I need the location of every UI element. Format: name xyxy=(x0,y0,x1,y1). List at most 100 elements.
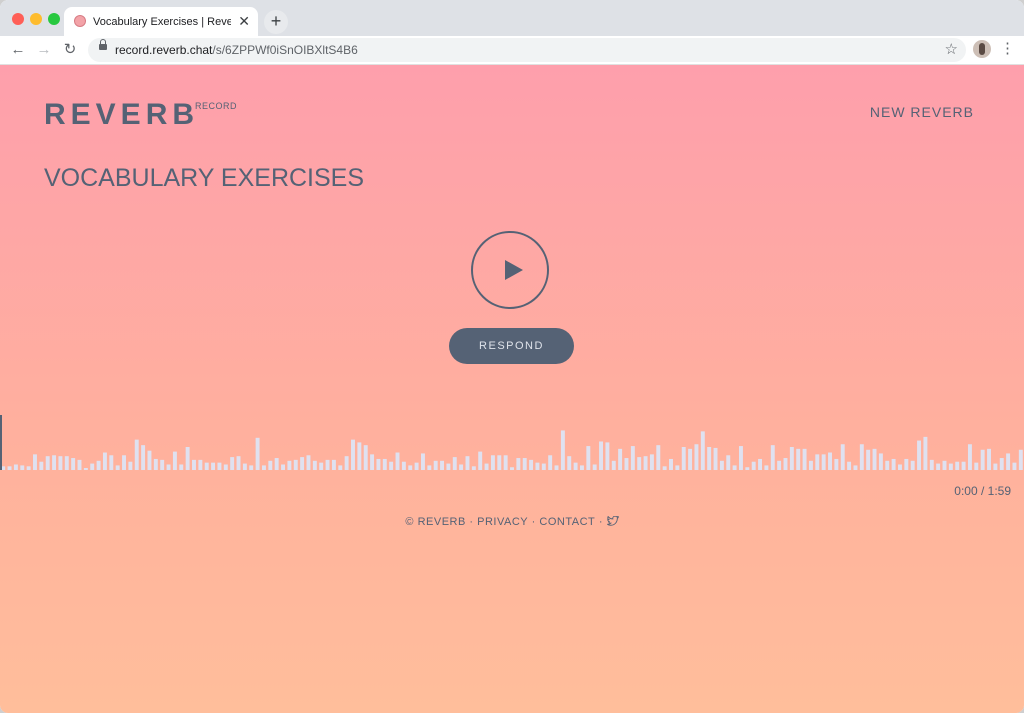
waveform-bar xyxy=(815,454,820,470)
waveform-bar xyxy=(522,458,527,470)
waveform-bar xyxy=(974,462,979,470)
waveform-bar xyxy=(77,459,82,470)
waveform-bar xyxy=(274,458,279,470)
waveform-bar xyxy=(599,441,604,470)
waveform-bar xyxy=(64,456,69,470)
minimize-window-button[interactable] xyxy=(30,13,42,25)
waveform-bar xyxy=(834,458,839,470)
waveform-bar xyxy=(160,459,165,470)
waveform-bar xyxy=(948,463,953,470)
waveform-bar xyxy=(554,465,559,470)
playback-time: 0:00 / 1:59 xyxy=(954,484,1011,498)
waveform-bar xyxy=(147,450,152,470)
waveform-bar xyxy=(1006,453,1011,470)
waveform-bar xyxy=(548,455,553,470)
forward-arrow-icon[interactable]: → xyxy=(34,40,54,60)
play-button[interactable] xyxy=(471,231,549,309)
waveform-bar xyxy=(427,465,432,470)
waveform-bar xyxy=(535,462,540,470)
maximize-window-button[interactable] xyxy=(48,13,60,25)
waveform-bar xyxy=(700,431,705,470)
waveform-bar xyxy=(802,448,807,470)
waveform-bar xyxy=(204,462,209,470)
waveform-bar xyxy=(878,453,883,470)
waveform-bar xyxy=(567,456,572,470)
waveform-bar xyxy=(128,461,133,470)
logo-subtitle: RECORD xyxy=(195,101,238,111)
page-content: REVERB RECORD NEW REVERB VOCABULARY EXER… xyxy=(0,65,1024,713)
waveform-bar xyxy=(707,447,712,470)
waveform-bar xyxy=(649,454,654,470)
waveform-bar xyxy=(331,459,336,470)
waveform-bar xyxy=(955,461,960,470)
waveform-bar xyxy=(236,456,241,470)
waveform-bar xyxy=(363,445,368,470)
waveform-bar xyxy=(281,464,285,470)
new-tab-button[interactable]: + xyxy=(264,10,288,34)
waveform-bar xyxy=(726,455,731,470)
respond-button[interactable]: RESPOND xyxy=(449,328,574,364)
waveform-bar xyxy=(510,467,514,470)
waveform-bar xyxy=(211,462,216,470)
waveform-bar xyxy=(942,460,947,470)
waveform-bar xyxy=(904,458,909,470)
star-icon[interactable]: ☆ xyxy=(945,41,958,59)
waveform-bar xyxy=(338,465,343,470)
waveform-bar xyxy=(808,460,813,470)
waveform-bar xyxy=(293,459,298,470)
waveform-bar xyxy=(961,461,966,470)
url-text[interactable]: record.reverb.chat/s/6ZPPWf0iSnOIBXltS4B… xyxy=(115,43,358,57)
waveform-bar xyxy=(592,464,597,470)
waveform-bar xyxy=(1018,449,1023,470)
close-window-button[interactable] xyxy=(12,13,24,25)
waveform-bar xyxy=(713,447,718,470)
waveform-bar xyxy=(630,446,635,470)
waveform-bar xyxy=(605,442,610,470)
waveform-bar xyxy=(172,451,177,470)
contact-link[interactable]: CONTACT xyxy=(539,515,595,529)
waveform-bar xyxy=(618,448,623,470)
browser-tab[interactable]: Vocabulary Exercises | Reverb Re ✕ xyxy=(64,7,258,36)
audio-waveform[interactable] xyxy=(0,420,1024,470)
tab-close-icon[interactable]: ✕ xyxy=(238,13,250,29)
waveform-bar xyxy=(414,462,419,470)
waveform-bar xyxy=(828,452,832,470)
browser-window: Vocabulary Exercises | Reverb Re ✕ + ← →… xyxy=(0,0,1024,713)
waveform-bar xyxy=(490,455,495,470)
waveform-bar xyxy=(859,444,864,470)
waveform-bar xyxy=(382,458,387,470)
waveform-bar xyxy=(102,452,107,470)
waveform-bar xyxy=(440,460,445,470)
page-title: VOCABULARY EXERCISES xyxy=(44,164,365,192)
waveform-bar xyxy=(26,466,31,470)
waveform-bar xyxy=(573,462,578,470)
waveform-bar xyxy=(796,448,801,470)
waveform-bar xyxy=(153,458,158,470)
url-host: record.reverb.chat xyxy=(115,43,213,57)
waveform-bar xyxy=(910,460,915,470)
waveform-bar xyxy=(166,464,171,470)
profile-avatar[interactable] xyxy=(973,40,991,58)
waveform-bar xyxy=(141,445,146,470)
waveform-bar xyxy=(408,465,413,470)
waveform-bar xyxy=(898,464,902,470)
reload-icon[interactable]: ↻ xyxy=(60,40,80,60)
waveform-bar xyxy=(185,447,190,470)
lock-icon xyxy=(99,39,107,50)
back-arrow-icon[interactable]: ← xyxy=(8,40,28,60)
waveform-bar xyxy=(198,459,203,470)
new-reverb-link[interactable]: NEW REVERB xyxy=(870,104,974,120)
waveform-bar xyxy=(39,461,44,470)
waveform-bar xyxy=(821,454,826,470)
twitter-icon[interactable] xyxy=(606,516,619,526)
playhead[interactable] xyxy=(0,415,2,470)
waveform-bar xyxy=(446,463,451,470)
waveform-bar xyxy=(268,460,273,470)
reverb-logo[interactable]: REVERB xyxy=(44,98,199,132)
waveform-bar xyxy=(217,462,222,470)
browser-menu-icon[interactable]: ⋮ xyxy=(1000,40,1015,58)
privacy-link[interactable]: PRIVACY xyxy=(477,515,528,529)
address-bar[interactable]: record.reverb.chat/s/6ZPPWf0iSnOIBXltS4B… xyxy=(88,38,966,62)
waveform-bar xyxy=(465,456,470,470)
waveform-bar xyxy=(471,466,476,470)
